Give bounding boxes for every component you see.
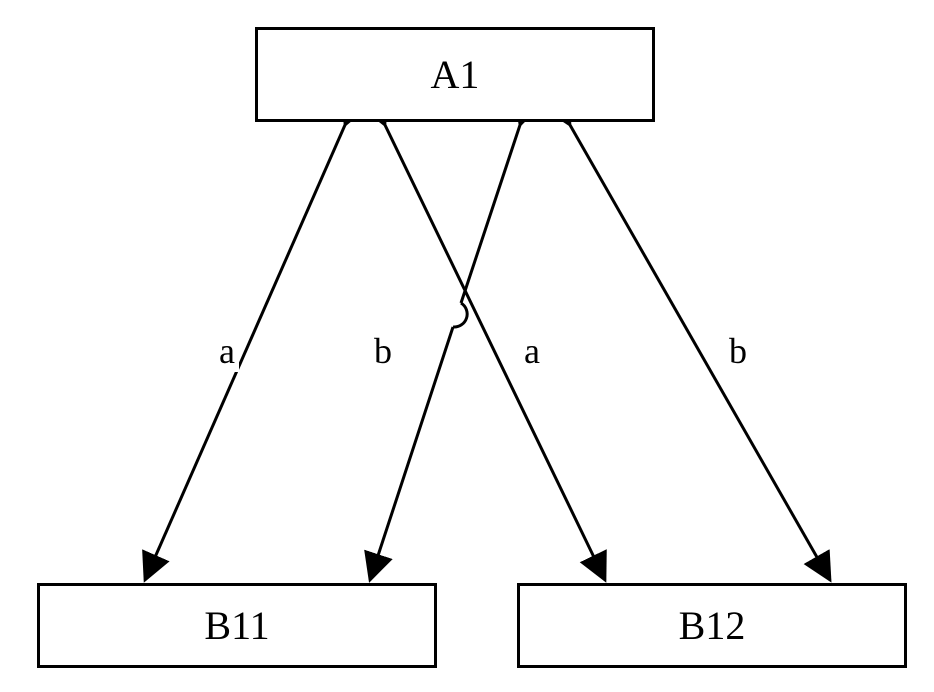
edge-label-a1: a: [215, 330, 239, 372]
node-b12-label: B12: [679, 602, 746, 649]
edge-label-a2: a: [520, 330, 544, 372]
node-a1-label: A1: [431, 51, 480, 98]
node-a1: A1: [255, 27, 655, 122]
edge-label-b1: b: [370, 330, 396, 372]
node-b11: B11: [37, 583, 437, 668]
node-b11-label: B11: [204, 602, 269, 649]
edge-label-b2: b: [725, 330, 751, 372]
node-b12: B12: [517, 583, 907, 668]
